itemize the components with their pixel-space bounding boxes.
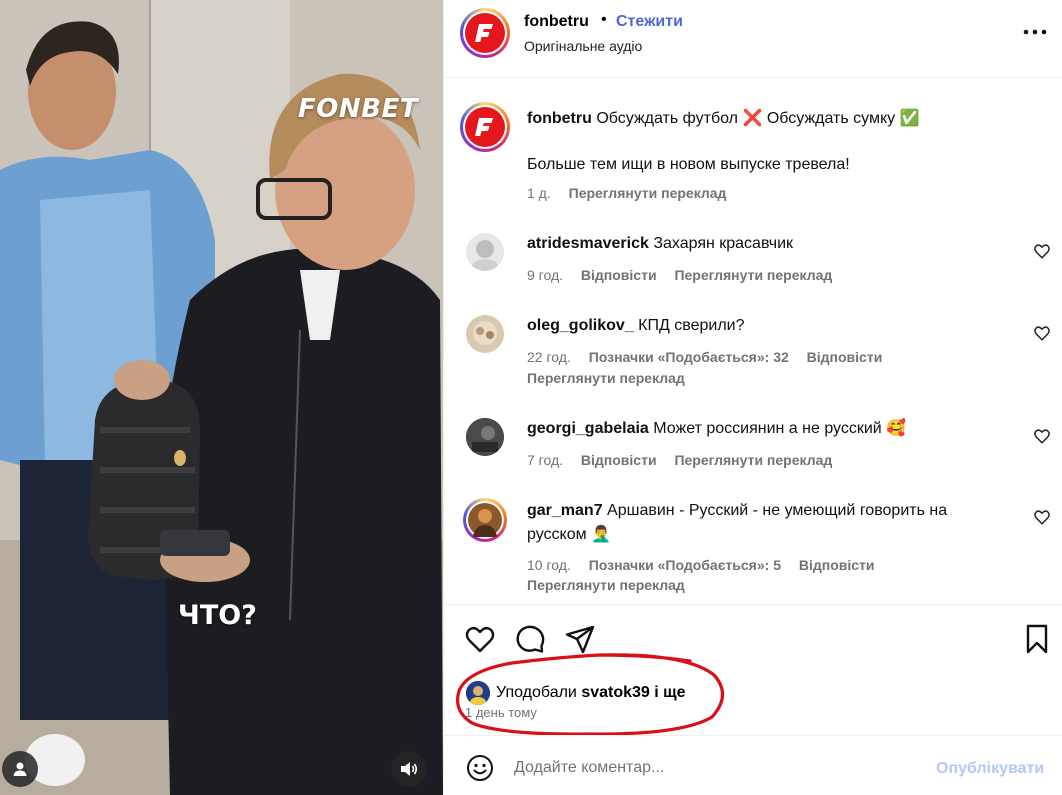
speaker-icon — [401, 762, 418, 776]
comment-text: oleg_golikov_ КПД сверили? — [527, 314, 1007, 338]
comment-time[interactable]: 10 год. — [527, 557, 571, 573]
comment-likes-count[interactable]: Позначки «Подобається»: 5 — [589, 557, 781, 573]
caption-username[interactable]: fonbetru — [527, 110, 592, 127]
comment-meta-translate: Переглянути переклад — [527, 370, 699, 386]
comment-meta: 22 год. Позначки «Подобається»: 32 Відпо… — [527, 349, 896, 365]
author-avatar[interactable] — [460, 8, 510, 58]
user-tag-icon — [13, 762, 27, 776]
brand-overlay-text: FONBET — [298, 94, 418, 124]
comment-like-heart-icon[interactable] — [1033, 427, 1051, 445]
user-tag-button[interactable] — [2, 751, 38, 787]
caption-part2: Обсуждать сумку — [766, 110, 896, 127]
emoji-icon[interactable] — [466, 754, 494, 782]
commenter-avatar-story[interactable] — [463, 498, 507, 542]
heart-icon[interactable] — [464, 623, 496, 655]
comment-meta: 10 год. Позначки «Подобається»: 5 Відпов… — [527, 557, 889, 573]
comment-body: Захарян красавчик — [653, 235, 794, 252]
comments-list[interactable]: fonbetru Обсуждать футбол ❌ Обсуждать су… — [444, 79, 1062, 604]
comment-text: georgi_gabelaia Может россиянин а не рус… — [527, 417, 1007, 441]
comment-body: Может россиянин а не русский — [653, 420, 882, 437]
comment-body: КПД сверили? — [638, 317, 745, 334]
caption-meta: 1 д. Переглянути переклад — [527, 185, 740, 201]
commenter-avatar[interactable] — [466, 233, 504, 271]
comment-time[interactable]: 9 год. — [527, 267, 563, 283]
share-icon[interactable] — [564, 623, 596, 655]
caption-author-avatar[interactable] — [460, 102, 510, 152]
facepalm-emoji: 🤦‍♂️ — [591, 526, 611, 543]
comment-username[interactable]: georgi_gabelaia — [527, 420, 649, 437]
publish-button[interactable]: Опублікувати — [936, 760, 1044, 778]
post-actions: Уподобали svatok39 і ще 1 день тому — [444, 604, 1062, 736]
reply-button[interactable]: Відповісти — [581, 452, 657, 468]
more-horizontal-icon[interactable] — [1020, 22, 1050, 42]
comment-time[interactable]: 7 год. — [527, 452, 563, 468]
comment-like-heart-icon[interactable] — [1033, 242, 1051, 260]
comment-icon[interactable] — [514, 623, 546, 655]
check-mark-emoji: ✅ — [899, 110, 920, 127]
separator-dot: • — [601, 11, 607, 28]
comment-likes-count[interactable]: Позначки «Подобається»: 32 — [589, 349, 789, 365]
fonbet-logo-icon — [475, 24, 493, 42]
sound-toggle-button[interactable] — [391, 751, 427, 787]
comment-username[interactable]: gar_man7 — [527, 502, 603, 519]
liked-by-prefix: Уподобали — [496, 684, 577, 701]
audio-label[interactable]: Оригінальне аудіо — [524, 38, 642, 54]
comment-time[interactable]: 22 год. — [527, 349, 571, 365]
bookmark-icon[interactable] — [1021, 623, 1053, 655]
comment-like-heart-icon[interactable] — [1033, 324, 1051, 342]
reply-button[interactable]: Відповісти — [581, 267, 657, 283]
cross-mark-emoji: ❌ — [742, 110, 763, 127]
caption-time[interactable]: 1 д. — [527, 185, 551, 201]
post-header: fonbetru • Стежити Оригінальне аудіо — [444, 0, 1062, 78]
reply-button[interactable]: Відповісти — [807, 349, 883, 365]
commenter-avatar[interactable] — [466, 418, 504, 456]
liked-by-user[interactable]: svatok39 — [581, 684, 650, 702]
comment-text: atridesmaverick Захарян красавчик — [527, 232, 1007, 256]
comment-like-heart-icon[interactable] — [1033, 508, 1051, 526]
caption-text: fonbetru Обсуждать футбол ❌ Обсуждать су… — [527, 107, 1007, 131]
commenter-avatar[interactable] — [466, 315, 504, 353]
comment-text: gar_man7 Аршавин - Русский - не умеющий … — [527, 499, 1007, 547]
caption-body: Больше тем ищи в новом выпуске тревела! — [527, 156, 850, 173]
follow-button[interactable]: Стежити — [616, 13, 683, 31]
reply-button[interactable]: Відповісти — [799, 557, 875, 573]
comment-meta-translate: Переглянути переклад — [527, 577, 699, 593]
post-panel: fonbetru • Стежити Оригінальне аудіо fon… — [443, 0, 1062, 795]
comment-meta: 9 год. Відповісти Переглянути переклад — [527, 267, 846, 283]
translate-link[interactable]: Переглянути переклад — [527, 577, 685, 593]
liked-by-others[interactable]: і ще — [654, 684, 685, 702]
fonbet-logo-icon — [475, 118, 493, 136]
translate-link[interactable]: Переглянути переклад — [527, 370, 685, 386]
video-subtitle: ЧТО? — [178, 600, 257, 631]
smiling-hearts-emoji: 🥰 — [886, 420, 907, 437]
post-time[interactable]: 1 день тому — [465, 705, 537, 720]
comment-username[interactable]: oleg_golikov_ — [527, 317, 634, 334]
caption-translate-link[interactable]: Переглянути переклад — [569, 185, 727, 201]
caption-part1: Обсуждать футбол — [596, 110, 738, 127]
liker-avatar[interactable] — [466, 681, 490, 705]
comment-input[interactable] — [514, 756, 914, 780]
translate-link[interactable]: Переглянути переклад — [674, 267, 832, 283]
comment-username[interactable]: atridesmaverick — [527, 235, 649, 252]
post-media[interactable]: FONBET ЧТО? — [0, 0, 443, 795]
add-comment-bar: Опублікувати — [444, 735, 1062, 795]
comment-meta: 7 год. Відповісти Переглянути переклад — [527, 452, 846, 468]
likes-summary[interactable]: Уподобали svatok39 і ще — [466, 681, 686, 705]
translate-link[interactable]: Переглянути переклад — [674, 452, 832, 468]
author-username[interactable]: fonbetru — [524, 13, 589, 31]
